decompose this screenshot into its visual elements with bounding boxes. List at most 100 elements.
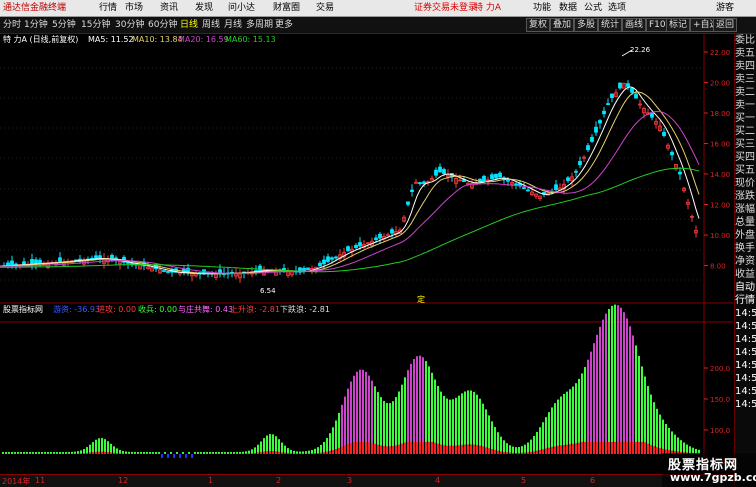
candle-body — [166, 271, 170, 273]
indicator-red-bar — [413, 442, 415, 454]
indicator-red-bar — [380, 445, 382, 454]
indicator-red-bar — [335, 448, 337, 454]
tool-button[interactable]: 复权 — [526, 18, 551, 32]
indicator-red-bar — [278, 451, 280, 454]
candle-body — [678, 171, 682, 175]
menu-item[interactable]: 资讯 — [160, 2, 178, 14]
sidebar-item: 买五 — [735, 165, 755, 176]
main-title: 特 力A (日线,前复权) — [3, 35, 79, 44]
indicator-red-bar — [509, 452, 511, 454]
indicator-red-bar — [590, 442, 592, 454]
menu-item[interactable]: 交易 — [316, 2, 334, 14]
indicator-red-bar — [569, 444, 571, 454]
sidebar-item: 现价 — [735, 178, 755, 189]
indicator-red-bar — [545, 448, 547, 454]
period-tab[interactable]: 1分钟 — [24, 19, 48, 31]
date-label: 4 — [435, 476, 441, 485]
indicator-red-bar — [323, 452, 325, 454]
period-tab[interactable]: 60分钟 — [148, 19, 177, 31]
candle-body — [410, 189, 414, 192]
indicator-red-bar — [254, 453, 256, 454]
tool-button[interactable]: 画线 — [622, 18, 647, 32]
indicator-red-bar — [356, 442, 358, 454]
indicator-red-bar — [491, 449, 493, 454]
price-tick-label: 14.00 — [710, 171, 730, 179]
indicator-red-bar — [464, 444, 466, 454]
high-marker: 22.26 — [630, 46, 651, 54]
candle-body — [566, 177, 570, 181]
period-tab[interactable]: 分时 — [3, 19, 21, 31]
indicator-red-bar — [467, 444, 469, 454]
user-label[interactable]: 游客 — [716, 2, 734, 14]
indicator-red-bar — [461, 444, 463, 454]
indicator-red-bar — [557, 445, 559, 454]
quote-sidebar[interactable]: 委比 卖五 卖四 卖三 卖二 卖一 买一 买二 买三 买四 买五 现价 涨跌 涨幅 总量 外盘 换手 净资 收益 自动… — [734, 34, 756, 487]
indicator-red-bar — [539, 449, 541, 454]
login-notice[interactable]: 证券交易未登录 — [414, 2, 477, 14]
chart-area[interactable]: 22.0020.0018.0016.0014.0012.0010.008.00 … — [0, 34, 733, 474]
indicator-red-bar — [317, 452, 319, 454]
indicator-red-bar — [638, 442, 640, 454]
indicator-red-bar — [470, 444, 472, 454]
price-tick-label: 8.00 — [710, 263, 726, 271]
indicator-bar — [185, 454, 187, 458]
indicator-bar — [515, 447, 517, 454]
indicator-red-bar — [476, 445, 478, 454]
indicator-bar — [191, 454, 193, 458]
watermark-url: www.7gpzb.com — [670, 471, 756, 484]
period-tab-active[interactable]: 日线 — [180, 19, 198, 31]
indicator-red-bar — [518, 452, 520, 454]
indicator-bar — [356, 371, 358, 454]
candle-body — [78, 258, 82, 261]
sidebar-item: 总量 — [735, 217, 755, 228]
indicator-red-bar — [338, 447, 340, 454]
indicator-red-bar — [320, 452, 322, 454]
menu-item[interactable]: 发现 — [195, 2, 213, 14]
indicator-red-bar — [119, 453, 121, 454]
indicator-bar — [602, 319, 604, 454]
indicator-red-bar — [425, 442, 427, 454]
period-tab[interactable]: 5分钟 — [52, 19, 76, 31]
indicator-bar — [410, 363, 412, 454]
indicator-red-bar — [449, 445, 451, 454]
price-tick-label: 12.00 — [710, 202, 730, 210]
indicator-bar — [425, 361, 427, 454]
menu-item[interactable]: 公式 — [584, 2, 602, 14]
indicator-red-bar — [350, 443, 352, 454]
menu-item[interactable]: 问小达 — [228, 2, 255, 14]
menu-item[interactable]: 选项 — [608, 2, 626, 14]
indicator-bar — [419, 355, 421, 454]
menu-item[interactable]: 行情 — [99, 2, 117, 14]
candle-body — [346, 246, 350, 252]
indicator-red-bar — [515, 452, 517, 454]
menu-item[interactable]: 数据 — [559, 2, 577, 14]
period-tab[interactable]: 30分钟 — [115, 19, 144, 31]
tool-button[interactable]: 统计 — [598, 18, 623, 32]
candle-body — [306, 267, 310, 271]
indicator-red-bar — [314, 453, 316, 454]
period-tab[interactable]: 15分钟 — [81, 19, 110, 31]
period-tab[interactable]: 多周期 — [246, 19, 273, 31]
tool-button[interactable]: 标记 — [666, 18, 691, 32]
tool-button[interactable]: 叠加 — [550, 18, 575, 32]
indicator-red-bar — [443, 445, 445, 454]
app-logo: 通达信金融终端 — [3, 3, 67, 13]
indicator-bar — [431, 372, 433, 454]
menu-item[interactable]: 市场 — [125, 2, 143, 14]
candle-body — [162, 270, 166, 272]
tool-button[interactable]: 返回 — [713, 18, 738, 32]
period-tab[interactable]: 更多 — [275, 19, 293, 31]
menu-item[interactable]: 财富圈 — [273, 2, 300, 14]
candle-body — [506, 179, 510, 182]
period-tab[interactable]: 月线 — [224, 19, 242, 31]
menu-item[interactable]: 功能 — [533, 2, 551, 14]
indicator-bar — [596, 334, 598, 454]
indicator-red-bar — [473, 444, 475, 454]
indicator-red-bar — [536, 450, 538, 454]
indicator-red-bar — [587, 442, 589, 454]
period-tab[interactable]: 周线 — [202, 19, 220, 31]
candle-body — [130, 262, 134, 265]
indicator-bar — [179, 454, 181, 458]
tool-button[interactable]: 多股 — [574, 18, 599, 32]
candle-body — [586, 145, 590, 151]
